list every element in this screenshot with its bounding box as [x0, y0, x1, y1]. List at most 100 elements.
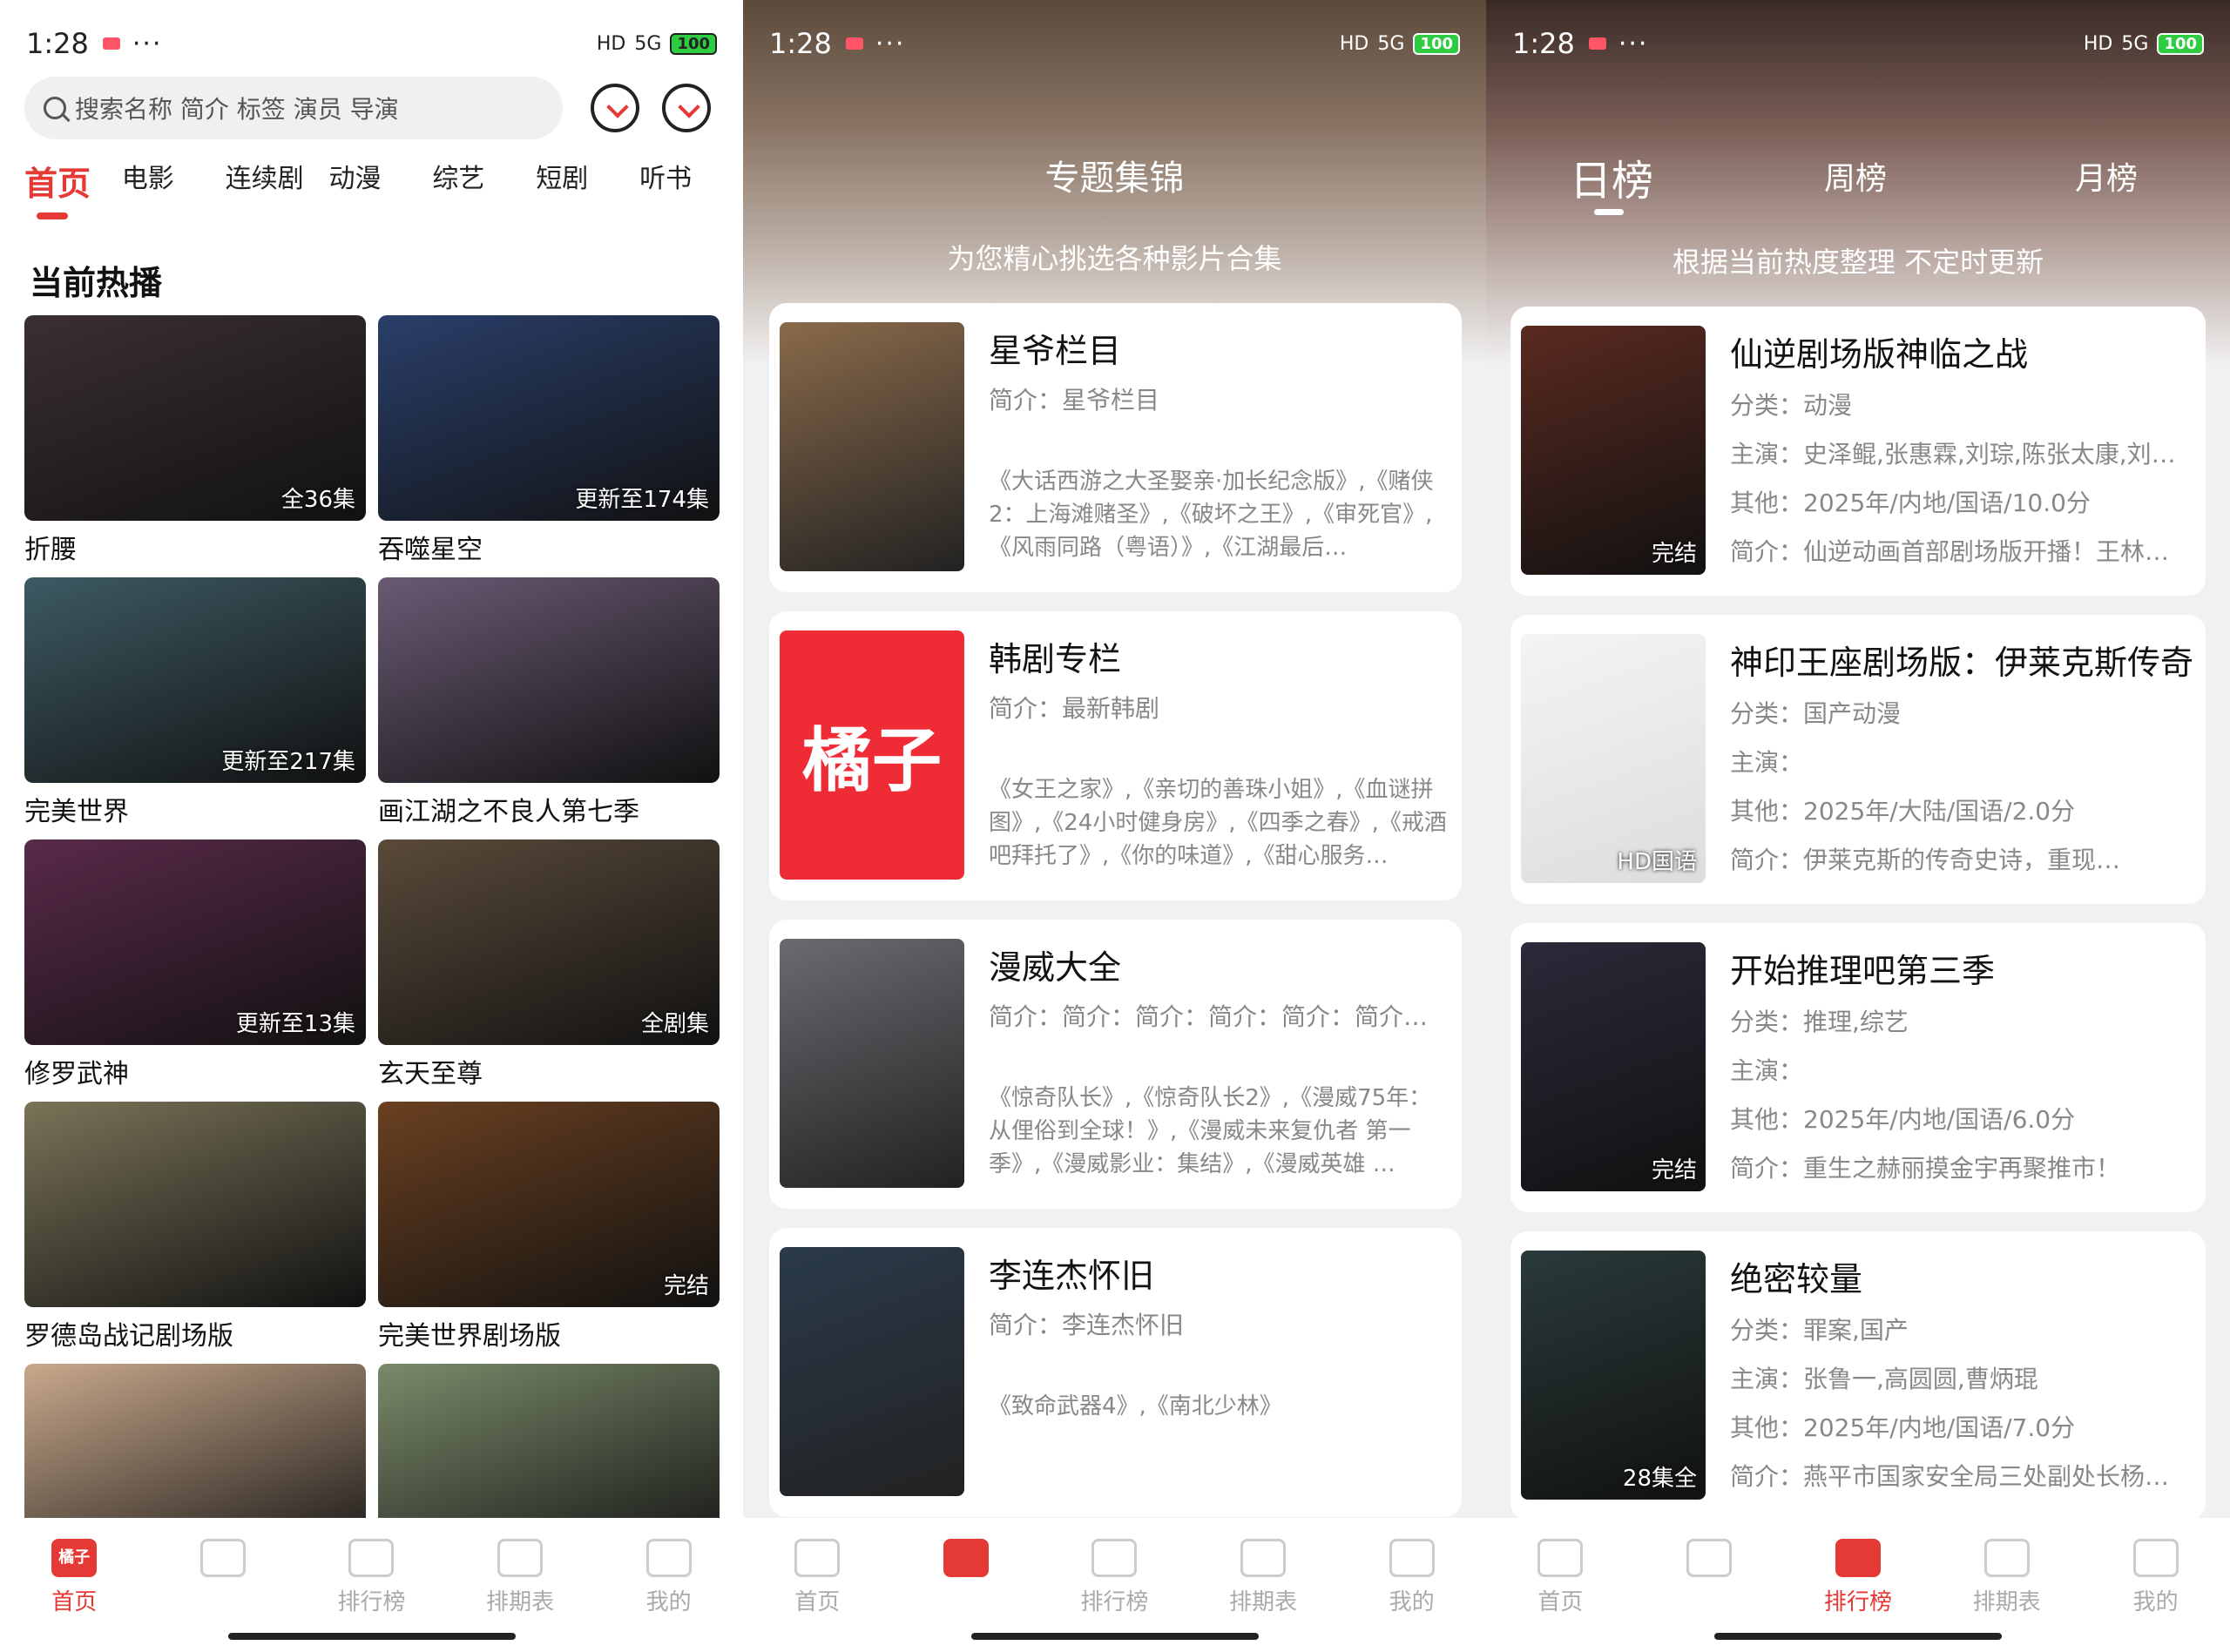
row-value: 罪案,国产 — [1803, 1316, 1909, 1345]
tabbar-schedule[interactable]: 排期表 — [446, 1518, 595, 1652]
media-card[interactable]: 全36集 折腰 — [24, 315, 366, 577]
tabbar-label: 排行榜 — [337, 1589, 406, 1615]
topic-title: 星爷栏目 — [989, 332, 1122, 370]
media-card[interactable]: 罗德岛战记剧场版 — [24, 1102, 366, 1364]
rank-card[interactable]: 完结 仙逆剧场版神临之战 分类：动漫 主演：史泽鲲,张惠霖,刘琮,陈张太康,刘… 其他：… — [1510, 307, 2206, 596]
rank-card[interactable]: HD国语 神印王座剧场版：伊莱克斯传奇 分类：国产动漫 主演： 其他：2025年/大陆/… — [1510, 615, 2206, 904]
download-icon[interactable] — [591, 84, 639, 132]
tabbar-me[interactable]: 我的 — [2081, 1518, 2230, 1652]
tab-weekly[interactable]: 周榜 — [1824, 153, 1887, 199]
tabbar-label: 我的 — [645, 1589, 692, 1615]
bottom-tabbar: 橘子 首页 排行榜 排期表 我的 — [0, 1518, 743, 1652]
row-value: 仙逆动画首部剧场版开播！王林… — [1803, 537, 2170, 566]
tabbar-ranking[interactable]: 排行榜 — [297, 1518, 446, 1652]
status-badge: 完结 — [1651, 1157, 1697, 1183]
search-icon — [44, 97, 66, 119]
tabbar-schedule[interactable]: 排期表 — [1189, 1518, 1338, 1652]
poster-thumbnail: 更新至13集 — [24, 839, 366, 1045]
media-title: 玄天至尊 — [378, 1059, 483, 1089]
row-label: 简介： — [1730, 1462, 1804, 1491]
more-dots: ··· — [875, 28, 906, 59]
calendar-icon — [497, 1539, 544, 1577]
rank-cast: 主演：史泽鲲,张惠霖,刘琮,陈张太康,刘… — [1730, 435, 2183, 470]
tab-series[interactable]: 连续剧 — [226, 157, 329, 205]
media-title: 画江湖之不良人第七季 — [378, 797, 639, 827]
ranking-screen: 1:28 ··· HD 5G 100 日榜 周榜 月榜 根据当前热度整理 不定时… — [1486, 0, 2230, 1652]
row-label: 简介： — [1730, 537, 1804, 566]
row-label: 其他： — [1730, 797, 1804, 826]
topic-card[interactable]: 星爷栏目 简介：星爷栏目 《大话西游之大圣娶亲·加长纪念版》,《赌侠2：上海滩赌圣》… — [769, 303, 1462, 592]
media-card[interactable]: 更新至174集吞噬星空 — [378, 315, 720, 577]
media-card[interactable]: 更新至217集 完美世界 — [24, 577, 366, 839]
tabbar-label: 排期表 — [1229, 1589, 1298, 1615]
tab-daily[interactable]: 日榜 — [1570, 146, 1653, 215]
more-dots: ··· — [132, 28, 163, 59]
media-card[interactable]: 画江湖之不良人第七季 — [378, 577, 720, 839]
tab-short[interactable]: 短剧 — [536, 157, 639, 205]
tab-variety[interactable]: 综艺 — [432, 157, 536, 205]
history-icon[interactable] — [662, 84, 711, 132]
topic-card[interactable]: 漫威大全 简介：简介：简介：简介：简介：简介… 《惊奇队长》,《惊奇队长2》,《漫威… — [769, 920, 1462, 1209]
more-dots: ··· — [1618, 28, 1649, 59]
media-card[interactable]: 更新至13集 修罗武神 — [24, 839, 366, 1102]
tabbar-ranking[interactable]: 排行榜 — [1040, 1518, 1189, 1652]
tabbar-label: 排行榜 — [1823, 1589, 1892, 1615]
media-card[interactable]: 全剧集玄天至尊 — [378, 839, 720, 1102]
row-label: 主演： — [1730, 1365, 1804, 1393]
tabbar-schedule[interactable]: 排期表 — [1932, 1518, 2081, 1652]
poster-thumbnail — [378, 577, 720, 783]
row-value: 伊莱克斯的传奇史诗，重现… — [1803, 846, 2121, 874]
category-tabs: 首页 电影 连续剧 动漫 综艺 短剧 听书 — [24, 157, 743, 219]
signal-icon: 5G — [2121, 32, 2149, 55]
battery-icon: 100 — [670, 32, 717, 55]
tabbar-ranking[interactable]: 排行榜 — [1784, 1518, 1933, 1652]
tabbar-topics[interactable] — [1635, 1518, 1784, 1652]
notification-icon — [102, 37, 120, 50]
tab-monthly[interactable]: 月榜 — [2075, 153, 2138, 199]
bottom-tabbar: 首页 排行榜 排期表 我的 — [1486, 1518, 2230, 1652]
home-icon — [794, 1539, 841, 1577]
tab-movie[interactable]: 电影 — [122, 157, 226, 205]
tab-home[interactable]: 首页 — [24, 157, 122, 219]
tabbar-me[interactable]: 我的 — [594, 1518, 743, 1652]
status-badge: 完结 — [1651, 541, 1697, 567]
status-icons: HD 5G 100 — [1339, 32, 1460, 55]
tabbar-home[interactable]: 首页 — [1486, 1518, 1635, 1652]
rank-title: 开始推理吧第三季 — [1730, 952, 1996, 990]
topic-card[interactable]: 橘子 韩剧专栏 简介：最新韩剧 《女王之家》,《亲切的善珠小姐》,《血谜拼图》,《24… — [769, 611, 1462, 900]
topic-intro: 简介：最新韩剧 — [989, 694, 1160, 723]
poster-thumbnail: 完结 — [378, 1102, 720, 1307]
topic-card[interactable]: 李连杰怀旧 简介：李连杰怀旧 《致命武器4》,《南北少林》 — [769, 1228, 1462, 1517]
tabbar-me[interactable]: 我的 — [1337, 1518, 1486, 1652]
rank-intro: 简介：重生之赫丽摸金宇再聚推市！ — [1730, 1150, 2183, 1184]
episode-badge: 更新至174集 — [575, 487, 709, 513]
media-title: 完美世界剧场版 — [378, 1321, 561, 1352]
tabbar-topics[interactable] — [892, 1518, 1041, 1652]
episode-badge: 全剧集 — [640, 1011, 709, 1037]
row-value: 国产动漫 — [1803, 699, 1902, 728]
search-placeholder: 搜索名称 简介 标签 演员 导演 — [75, 95, 399, 124]
rank-card[interactable]: 28集全 绝密较量 分类：罪案,国产 主演：张鲁一,高圆圆,曹炳琨 其他：2025年/内… — [1510, 1231, 2206, 1521]
rank-other: 其他：2025年/内地/国语/7.0分 — [1730, 1409, 2183, 1444]
notification-icon — [1588, 37, 1606, 50]
hd-icon: HD — [596, 32, 626, 55]
tabbar-topics[interactable] — [149, 1518, 298, 1652]
hd-icon: HD — [1339, 32, 1369, 55]
rank-other: 其他：2025年/内地/国语/10.0分 — [1730, 484, 2183, 519]
user-icon — [2132, 1539, 2179, 1577]
tabbar-home[interactable]: 首页 — [743, 1518, 892, 1652]
topic-list-text: 《致命武器4》,《南北少林》 — [989, 1393, 1282, 1419]
bottom-tabbar: 首页 排行榜 排期表 我的 — [743, 1518, 1486, 1652]
tabbar-home[interactable]: 橘子 首页 — [0, 1518, 149, 1652]
tab-anime[interactable]: 动漫 — [329, 157, 433, 205]
media-title: 吞噬星空 — [378, 535, 483, 565]
poster-thumbnail: 更新至217集 — [24, 577, 366, 783]
topic-title: 漫威大全 — [989, 948, 1122, 987]
media-card[interactable]: 完结 完美世界剧场版 — [378, 1102, 720, 1364]
search-bar[interactable]: 搜索名称 简介 标签 演员 导演 — [24, 77, 563, 139]
status-icons: HD 5G 100 — [2084, 32, 2204, 55]
tab-audiobook[interactable]: 听书 — [639, 157, 743, 205]
rank-card[interactable]: 完结 开始推理吧第三季 分类：推理,综艺 主演： 其他：2025年/内地/国语/6.0分… — [1510, 923, 2206, 1212]
topic-intro: 简介：星爷栏目 — [989, 386, 1160, 415]
rank-title: 仙逆剧场版神临之战 — [1730, 335, 2029, 374]
